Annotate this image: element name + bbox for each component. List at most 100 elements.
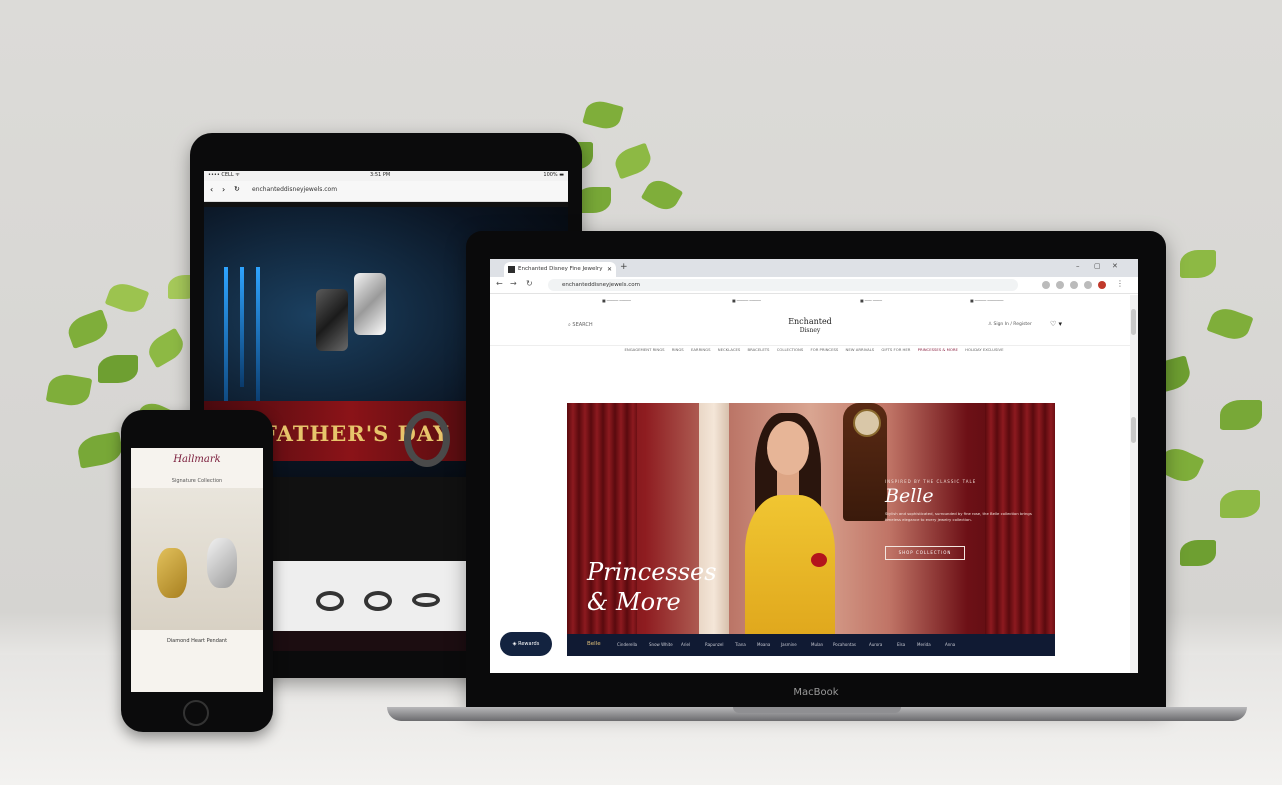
main-menu: ENGAGEMENT RINGS RINGS EARRINGS NECKLACE… — [490, 347, 1138, 357]
address-bar[interactable]: enchanteddisneyjewels.com — [548, 279, 1018, 291]
pendant-gold-image — [157, 548, 187, 598]
sidebar-icon[interactable] — [1084, 281, 1092, 289]
subnav-item[interactable]: Rapunzel — [705, 642, 723, 647]
logo-line-2: Disney — [799, 327, 821, 334]
tablet-battery: 100% ▬ — [543, 172, 564, 178]
menu-item[interactable]: BRACELETS — [748, 347, 770, 352]
shop-collection-button[interactable]: SHOP COLLECTION — [885, 546, 965, 560]
menu-item[interactable]: EARRINGS — [691, 347, 711, 352]
browser-toolbar: ← → ↻ enchanteddisneyjewels.com ⋮ — [490, 277, 1138, 294]
site-search[interactable]: ⌕ SEARCH — [568, 322, 593, 328]
belle-kicker: INSPIRED BY THE CLASSIC TALE — [885, 479, 977, 484]
forward-icon[interactable]: → — [510, 279, 517, 288]
phone-hero-image — [131, 488, 263, 630]
phone-caption: Diamond Heart Pendant — [166, 638, 228, 644]
belle-description: Stylish and sophisticated, surrounded by… — [885, 511, 1032, 522]
bookmark-icon[interactable] — [1056, 281, 1064, 289]
rewards-label: Rewards — [518, 641, 540, 647]
menu-item[interactable]: COLLECTIONS — [777, 347, 804, 352]
scrollbar-thumb-lower[interactable] — [1131, 417, 1136, 443]
subnav-item[interactable]: Ariel — [681, 642, 690, 647]
address-text[interactable]: enchanteddisneyjewels.com — [562, 282, 640, 288]
tablet-forward-icon[interactable]: › — [222, 185, 225, 194]
subnav-item-active[interactable]: Belle — [587, 641, 601, 647]
headline-line-2: & More — [587, 588, 681, 616]
hero-banner[interactable]: Princesses & More INSPIRED BY THE CLASSI… — [567, 403, 1055, 634]
laptop-notch — [733, 707, 901, 713]
menu-item[interactable]: ENGAGEMENT RINGS — [625, 347, 665, 352]
laptop-screen: Enchanted Disney Fine Jewelry ✕ + – ▢ ✕ … — [490, 259, 1138, 673]
subnav-item[interactable]: Snow White — [649, 642, 673, 647]
promo-item-shipping[interactable]: ■ ───── ───── — [602, 298, 631, 303]
subnav-item[interactable]: Aurora — [869, 642, 882, 647]
pendant-dark-image — [316, 289, 348, 351]
ring-image — [404, 411, 450, 467]
subnav-item[interactable]: Mulan — [811, 642, 823, 647]
search-label: SEARCH — [572, 322, 593, 328]
back-icon[interactable]: ← — [496, 279, 503, 288]
sign-in-label: Sign In / Register — [993, 322, 1032, 327]
close-window-icon[interactable]: ✕ — [1112, 262, 1118, 270]
banner-headline: Princesses & More — [587, 557, 717, 617]
browser-tab-strip: Enchanted Disney Fine Jewelry ✕ + – ▢ ✕ — [490, 259, 1138, 277]
laptop-brand: MacBook — [793, 687, 839, 698]
extensions-puzzle-icon[interactable] — [1070, 281, 1078, 289]
logo-line-1: Enchanted — [788, 317, 832, 326]
menu-item[interactable]: NECKLACES — [718, 347, 741, 352]
promo-strip: ■ ───── ───── ■ ───── ───── ■ ─── ──── ■… — [490, 295, 1138, 307]
reload-icon[interactable]: ↻ — [526, 279, 533, 288]
menu-item-active[interactable]: PRINCESSES & MORE — [918, 347, 958, 352]
close-tab-icon[interactable]: ✕ — [607, 262, 612, 277]
menu-item[interactable]: FOR PRINCESS — [811, 347, 839, 352]
subnav-item[interactable]: Elsa — [897, 642, 905, 647]
profile-avatar[interactable] — [1098, 281, 1106, 289]
phone-tagline: Signature Collection — [171, 478, 223, 484]
scrollbar-thumb[interactable] — [1131, 309, 1136, 335]
subnav-item[interactable]: Anna — [945, 642, 955, 647]
tablet-address-bar[interactable]: ‹ › ↻ enchanteddisneyjewels.com — [204, 181, 568, 202]
belle-title: Belle — [885, 485, 934, 507]
site-header: ⌕ SEARCH Enchanted Disney ♙ Sign In / Re… — [490, 309, 1138, 346]
menu-item[interactable]: RINGS — [672, 347, 684, 352]
new-tab-icon[interactable]: + — [620, 262, 628, 272]
princess-subnav: Belle Cinderella Snow White Ariel Rapunz… — [567, 634, 1055, 656]
phone-home-button[interactable] — [183, 700, 209, 726]
tablet-status-bar: •••• CELL ᯤ 3:51 PM 100% ▬ — [204, 171, 568, 181]
maximize-icon[interactable]: ▢ — [1094, 262, 1101, 270]
tablet-url-text[interactable]: enchanteddisneyjewels.com — [252, 186, 337, 193]
menu-item[interactable]: NEW ARRIVALS — [846, 347, 875, 352]
tablet-reload-icon[interactable]: ↻ — [234, 185, 240, 193]
favicon-icon — [508, 266, 515, 273]
subnav-item[interactable]: Jasmine — [781, 642, 797, 647]
menu-item[interactable]: GIFTS FOR HER — [881, 347, 910, 352]
subnav-item[interactable]: Tiana — [735, 642, 746, 647]
phone-screen: Hallmark Signature Collection Diamond He… — [131, 448, 263, 692]
promo-item-gift[interactable]: ■ ─── ──── — [860, 298, 882, 303]
browser-tab-title: Enchanted Disney Fine Jewelry — [518, 266, 603, 272]
extension-icon[interactable] — [1042, 281, 1050, 289]
phone-device: Hallmark Signature Collection Diamond He… — [121, 410, 273, 732]
subnav-item[interactable]: Merida — [917, 642, 931, 647]
browser-tab[interactable]: Enchanted Disney Fine Jewelry ✕ — [504, 262, 616, 277]
tablet-time: 3:51 PM — [370, 172, 391, 178]
menu-item[interactable]: HOLIDAY EXCLUSIVE — [965, 347, 1003, 352]
promo-item-returns[interactable]: ■ ───── ───── — [732, 298, 761, 303]
subnav-item[interactable]: Pocahontas — [833, 642, 856, 647]
rewards-button[interactable]: ◈ Rewards — [500, 632, 552, 656]
pendant-silver-image — [354, 273, 386, 335]
laptop-device: Enchanted Disney Fine Jewelry ✕ + – ▢ ✕ … — [466, 231, 1166, 709]
browser-menu-icon[interactable]: ⋮ — [1116, 279, 1124, 288]
site-logo[interactable]: Enchanted Disney — [780, 317, 840, 335]
phone-logo[interactable]: Hallmark — [131, 454, 263, 465]
subnav-item[interactable]: Cinderella — [617, 642, 637, 647]
cart-icon[interactable]: ♡ ▾ — [1050, 320, 1062, 328]
headline-line-1: Princesses — [587, 558, 717, 586]
scrollbar[interactable] — [1130, 295, 1138, 673]
subnav-item[interactable]: Moana — [757, 642, 770, 647]
sign-in-link[interactable]: ♙ Sign In / Register — [988, 322, 1032, 327]
pendant-silver-heart-image — [207, 538, 237, 588]
promo-item-help[interactable]: ■ ───── ─────── — [970, 298, 1003, 303]
product-mockup-scene: •••• CELL ᯤ 3:51 PM 100% ▬ ‹ › ↻ enchant… — [0, 0, 1282, 785]
minimize-icon[interactable]: – — [1076, 262, 1080, 270]
tablet-back-icon[interactable]: ‹ — [210, 185, 213, 194]
